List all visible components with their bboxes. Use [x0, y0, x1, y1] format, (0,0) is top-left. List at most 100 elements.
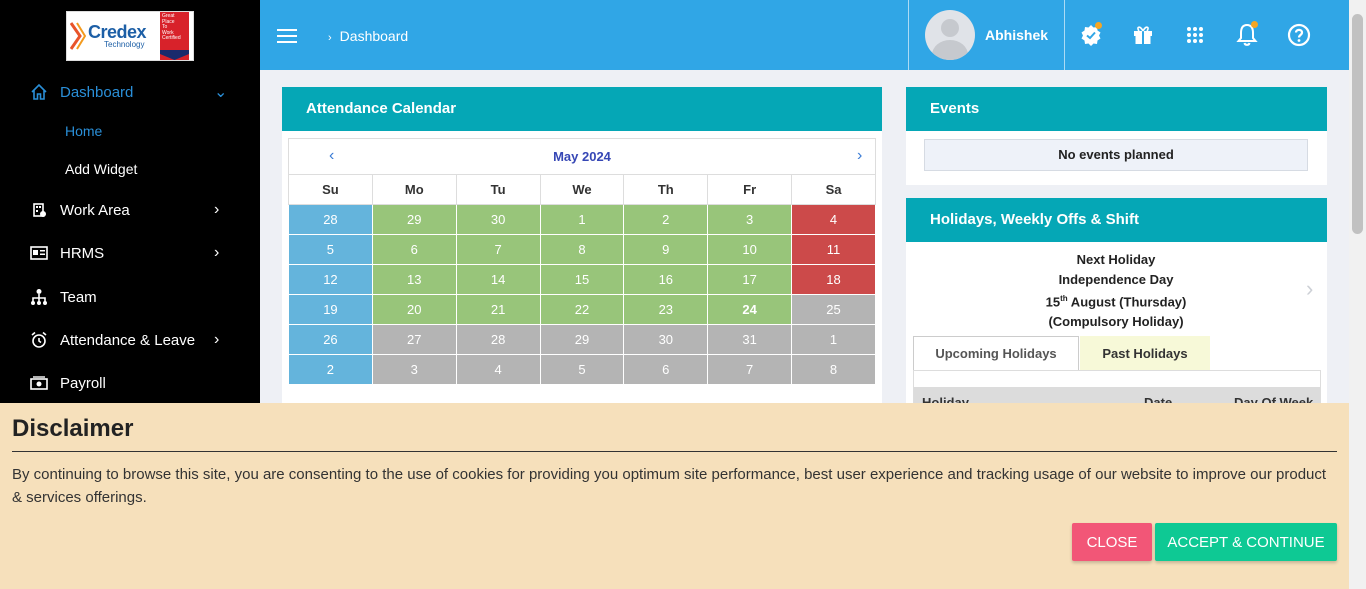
calendar-day-cell[interactable]: 9 — [623, 234, 709, 265]
calendar-day-cell[interactable]: 7 — [455, 234, 541, 265]
calendar-day-cell[interactable]: 7 — [707, 354, 793, 385]
help-icon[interactable] — [1286, 22, 1312, 48]
calendar-day-cell[interactable]: 29 — [539, 324, 625, 355]
disclaimer-text: By continuing to browse this site, you a… — [12, 466, 1327, 506]
card-title: Attendance Calendar — [282, 87, 882, 131]
calendar-day-cell[interactable]: 17 — [707, 264, 793, 295]
calendar-day-cell[interactable]: 11 — [791, 234, 876, 265]
calendar-day-cell[interactable]: 30 — [455, 204, 541, 235]
chevron-right-icon: › — [214, 331, 220, 348]
calendar-day-cell[interactable]: 2 — [288, 354, 373, 385]
calendar-day-cell[interactable]: 5 — [539, 354, 625, 385]
calendar-day-cell[interactable]: 24 — [707, 294, 793, 325]
calendar-header: ‹ May 2024 › — [288, 138, 876, 174]
calendar-day-cell[interactable]: 21 — [455, 294, 541, 325]
menu-icon[interactable] — [277, 29, 297, 43]
calendar-day-cell[interactable]: 8 — [791, 354, 876, 385]
calendar-day-cell[interactable]: 27 — [371, 324, 457, 355]
weekday-header: Mo — [371, 174, 457, 205]
sidebar-item-attendance-leave[interactable]: Attendance & Leave › — [0, 320, 260, 360]
calendar-day-cell[interactable]: 19 — [288, 294, 373, 325]
calendar-day-cell[interactable]: 6 — [371, 234, 457, 265]
gift-icon[interactable] — [1130, 22, 1156, 48]
weekday-header: Tu — [455, 174, 541, 205]
calendar-day-cell[interactable]: 1 — [791, 324, 876, 355]
calendar-day-cell[interactable]: 28 — [288, 204, 373, 235]
divider — [1064, 0, 1065, 70]
calendar-day-cell[interactable]: 12 — [288, 264, 373, 295]
calendar-day-cell[interactable]: 3 — [707, 204, 793, 235]
empty-events-message: No events planned — [924, 139, 1308, 171]
sidebar-item-team[interactable]: Team — [0, 277, 260, 317]
sidebar-subitem-home[interactable]: Home — [65, 123, 102, 139]
weekday-header: Th — [623, 174, 709, 205]
calendar-day-cell[interactable]: 4 — [455, 354, 541, 385]
card-title: Events — [906, 87, 1327, 131]
calendar-day-cell[interactable]: 2 — [623, 204, 709, 235]
next-holiday-type: (Compulsory Holiday) — [1048, 313, 1184, 329]
calendar-day-cell[interactable]: 14 — [455, 264, 541, 295]
disclaimer-title: Disclaimer — [12, 415, 134, 442]
next-holiday-label: Next Holiday — [1076, 252, 1156, 267]
sidebar-subitem-add-widget[interactable]: Add Widget — [65, 161, 137, 177]
close-button[interactable]: CLOSE — [1072, 523, 1152, 561]
sidebar-item-payroll[interactable]: Payroll — [0, 363, 260, 403]
chevron-down-icon: ⌄ — [214, 84, 228, 101]
calendar-day-cell[interactable]: 22 — [539, 294, 625, 325]
company-logo[interactable]: Credex Technology Great Place To Work Ce… — [66, 11, 194, 61]
tab-past-holidays[interactable]: Past Holidays — [1080, 336, 1210, 370]
sidebar-item-work-area[interactable]: Work Area › — [0, 190, 260, 230]
calendar-day-cell[interactable]: 25 — [791, 294, 876, 325]
calendar-day-cell[interactable]: 31 — [707, 324, 793, 355]
calendar-day-cell[interactable]: 26 — [288, 324, 373, 355]
building-icon — [30, 201, 48, 219]
calendar-day-cell[interactable]: 23 — [623, 294, 709, 325]
calendar-day-cell[interactable]: 15 — [539, 264, 625, 295]
page-scrollbar[interactable] — [1349, 0, 1366, 589]
next-holiday-name: Independence Day — [1058, 271, 1174, 287]
scrollbar-thumb[interactable] — [1352, 14, 1363, 234]
breadcrumb-current[interactable]: Dashboard — [340, 28, 409, 44]
calendar-day-cell[interactable]: 3 — [371, 354, 457, 385]
breadcrumb-separator-icon: › — [328, 32, 332, 44]
id-card-icon — [30, 244, 48, 262]
apps-grid-icon[interactable] — [1182, 22, 1208, 48]
avatar[interactable] — [925, 10, 975, 60]
calendar-week-row: 5 6 7 8 9 10 11 — [288, 234, 876, 265]
calendar-day-cell[interactable]: 13 — [371, 264, 457, 295]
sidebar-item-label: Work Area — [60, 201, 130, 219]
calendar-day-cell[interactable]: 20 — [371, 294, 457, 325]
chevron-right-icon[interactable]: › — [857, 147, 862, 165]
calendar-day-cell[interactable]: 1 — [539, 204, 625, 235]
calendar-day-cell[interactable]: 10 — [707, 234, 793, 265]
calendar-day-cell[interactable]: 6 — [623, 354, 709, 385]
weekday-header: Su — [288, 174, 373, 205]
money-icon — [30, 374, 48, 392]
calendar-day-cell[interactable]: 16 — [623, 264, 709, 295]
accept-continue-button[interactable]: ACCEPT & CONTINUE — [1155, 523, 1337, 561]
tab-upcoming-holidays[interactable]: Upcoming Holidays — [913, 336, 1079, 370]
calendar-week-row: 28 29 30 1 2 3 4 — [288, 204, 876, 235]
chevron-right-icon[interactable]: › — [1306, 276, 1313, 302]
bell-icon[interactable] — [1234, 21, 1260, 48]
calendar-day-cell[interactable]: 8 — [539, 234, 625, 265]
great-place-to-work-badge: Great Place To Work Certified — [160, 12, 189, 60]
sidebar-item-dashboard[interactable]: Dashboard ⌄ — [0, 72, 260, 112]
logo-name: Credex — [88, 22, 147, 42]
card-title: Holidays, Weekly Offs & Shift — [906, 198, 1327, 242]
calendar-month: May 2024 — [553, 149, 611, 164]
calendar-day-cell[interactable]: 30 — [623, 324, 709, 355]
next-holiday-date: 15th August (Thursday) — [1045, 294, 1187, 310]
calendar-day-cell[interactable]: 29 — [371, 204, 457, 235]
divider — [12, 451, 1337, 452]
sidebar-item-hrms[interactable]: HRMS › — [0, 233, 260, 273]
home-icon — [30, 83, 48, 101]
holidays-card: Holidays, Weekly Offs & Shift Next Holid… — [906, 198, 1327, 418]
calendar-day-cell[interactable]: 5 — [288, 234, 373, 265]
username[interactable]: Abhishek — [985, 27, 1048, 43]
calendar-day-cell[interactable]: 18 — [791, 264, 876, 295]
badge-check-icon[interactable] — [1078, 22, 1104, 48]
calendar-day-cell[interactable]: 28 — [455, 324, 541, 355]
calendar-day-cell[interactable]: 4 — [791, 204, 876, 235]
divider — [908, 0, 909, 70]
